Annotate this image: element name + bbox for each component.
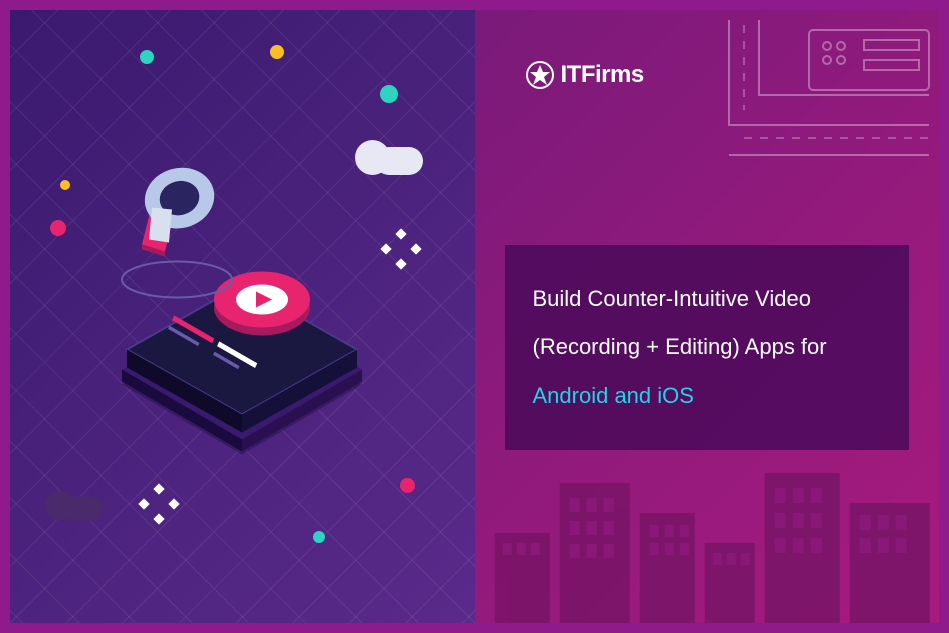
headline-line-3: Android and iOS [533, 372, 882, 420]
logo-icon [525, 60, 555, 90]
decorative-dot [270, 45, 284, 59]
road-outline-decoration [689, 10, 939, 230]
headline-box: Build Counter-Intuitive Video (Recording… [505, 245, 910, 450]
logo-text: ITFirms [561, 61, 644, 89]
headline-line-2: (Recording + Editing) Apps for [533, 323, 882, 371]
decorative-dot [380, 85, 398, 103]
decorative-dot [313, 531, 325, 543]
decorative-dot [50, 220, 66, 236]
logo: ITFirms [525, 60, 644, 90]
decorative-dot [140, 50, 154, 64]
illustration-panel [10, 10, 475, 623]
decorative-dot [60, 180, 70, 190]
phone-svg [72, 124, 412, 504]
banner-frame: ITFirms Build Counter-Intuitive Video (R… [10, 10, 939, 623]
headline-line-1: Build Counter-Intuitive Video [533, 275, 882, 323]
content-panel: ITFirms Build Counter-Intuitive Video (R… [475, 10, 940, 623]
phone-illustration [72, 124, 412, 509]
buildings-silhouette [475, 443, 940, 623]
